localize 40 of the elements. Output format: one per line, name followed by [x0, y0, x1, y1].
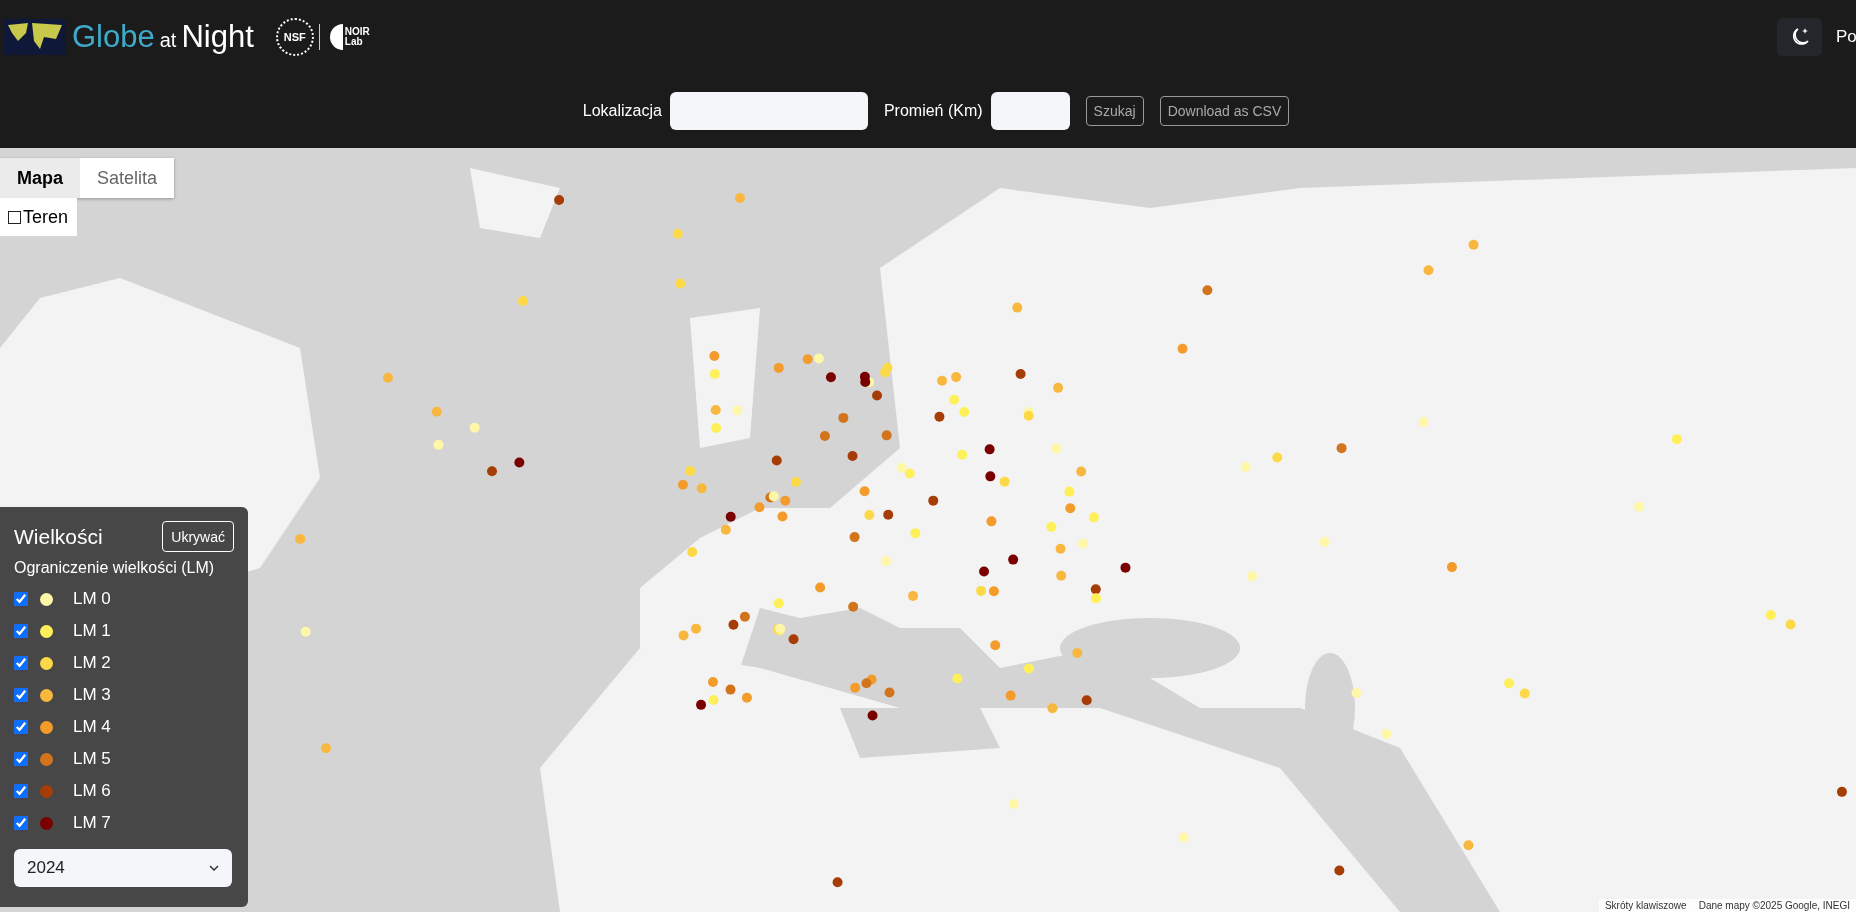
level-checkbox[interactable] — [14, 784, 28, 798]
level-label: LM 4 — [73, 717, 111, 737]
level-checkbox[interactable] — [14, 816, 28, 830]
search-button[interactable]: Szukaj — [1085, 96, 1144, 126]
map-type-tab[interactable]: Satelita — [80, 158, 175, 198]
theme-toggle-button[interactable] — [1777, 18, 1822, 56]
location-input[interactable] — [669, 92, 868, 130]
logo-text: at — [159, 29, 177, 52]
noirlab-logo-text: NOIR Lab — [344, 27, 370, 47]
level-label: LM 6 — [73, 781, 111, 801]
globe-logo-icon — [4, 19, 66, 55]
caret-icon — [209, 865, 219, 871]
map-data-attribution: Dane mapy ©2025 Google, INEGI — [1698, 900, 1850, 911]
level-label: LM 1 — [73, 621, 111, 641]
level-checkbox[interactable] — [14, 656, 28, 670]
download-button[interactable]: Download as CSV — [1159, 96, 1290, 126]
field-label: Promień (Km) — [883, 102, 983, 120]
menu-link[interactable]: Po — [1836, 27, 1856, 47]
field-label: Lokalizacja — [582, 102, 662, 120]
logo-text: Night — [181, 19, 254, 55]
level-checkbox[interactable] — [14, 720, 28, 734]
legend-title: Wielkości — [14, 524, 103, 549]
level-label: LM 7 — [73, 813, 111, 833]
logo-text: Globe — [72, 19, 155, 55]
level-label: LM 2 — [73, 653, 111, 673]
year-select[interactable]: 2024 — [14, 849, 232, 887]
legend-subtitle: Ograniczenie wielkości (LM) — [14, 559, 216, 577]
level-checkbox[interactable] — [14, 592, 28, 606]
hide-button[interactable]: Ukrywać — [162, 521, 234, 552]
level-checkbox[interactable] — [14, 688, 28, 702]
level-label: LM 0 — [73, 589, 111, 609]
level-label: LM 5 — [73, 749, 111, 769]
level-checkbox[interactable] — [14, 624, 28, 638]
shortcuts-link[interactable]: Skróty klawiszowe — [1604, 900, 1687, 911]
radius-input[interactable] — [990, 92, 1070, 130]
nsf-logo: NSF — [275, 18, 314, 56]
level-label: LM 3 — [73, 685, 111, 705]
level-checkbox[interactable] — [14, 752, 28, 766]
map-type-tab[interactable]: Mapa — [0, 158, 80, 198]
terrain-checkbox[interactable]: Teren — [0, 198, 78, 236]
